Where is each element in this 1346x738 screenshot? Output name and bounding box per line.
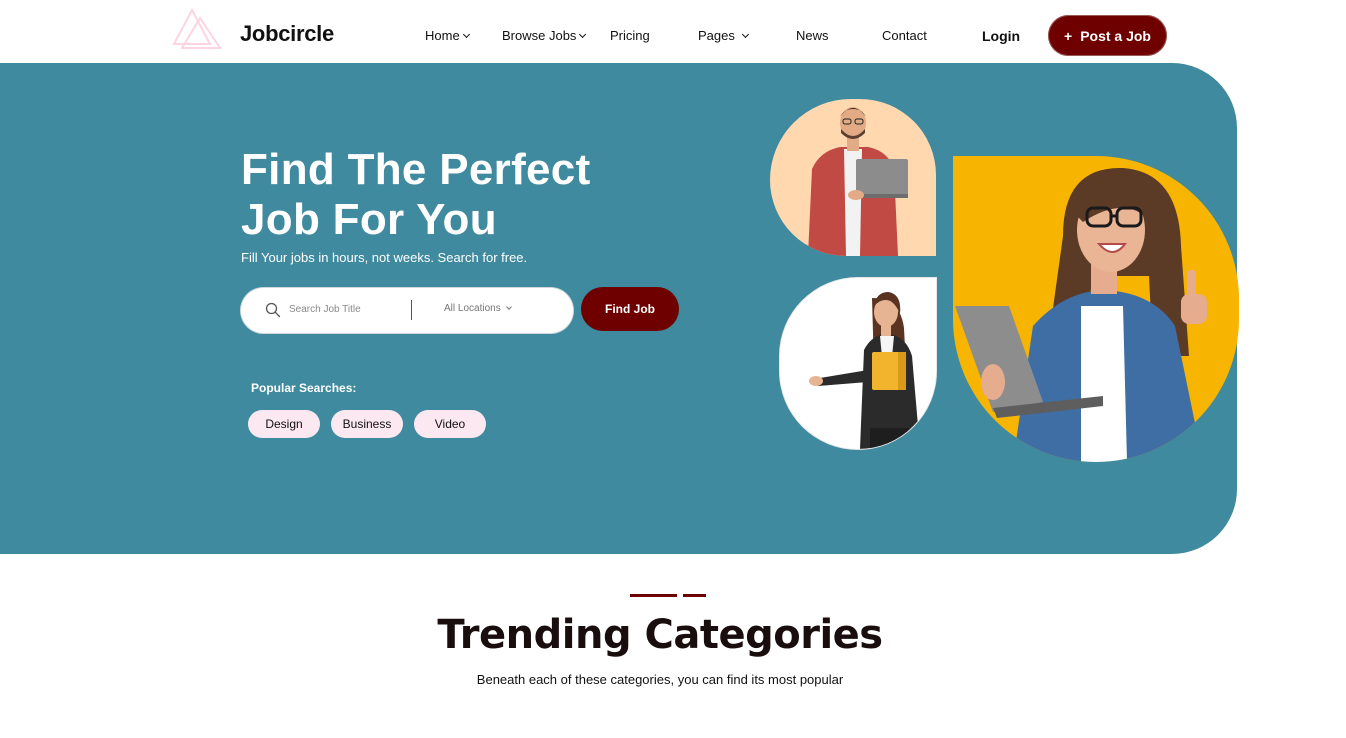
hero-title: Find The Perfect Job For You — [241, 145, 591, 245]
chevron-down-icon — [462, 30, 470, 39]
section-accent-dash-short — [683, 594, 706, 597]
location-dropdown[interactable]: All Locations — [444, 303, 512, 314]
post-job-button[interactable]: + Post a Job — [1048, 15, 1167, 56]
nav-contact-label: Contact — [882, 28, 927, 43]
trending-subtitle: Beneath each of these categories, you ca… — [476, 672, 844, 687]
nav-pricing[interactable]: Pricing — [610, 28, 650, 43]
nav-news[interactable]: News — [796, 28, 829, 43]
top-navbar: Jobcircle Home Browse Jobs Pricing Pages… — [0, 0, 1346, 63]
hero-photo-woman-thumbs-up — [953, 156, 1239, 462]
chevron-down-icon — [505, 304, 512, 310]
popular-tag-video[interactable]: Video — [414, 410, 486, 438]
job-title-search-input[interactable] — [289, 300, 399, 318]
popular-searches-label: Popular Searches: — [251, 381, 357, 395]
search-icon — [265, 302, 281, 318]
trending-title: Trending Categories — [437, 612, 883, 658]
nav-pricing-label: Pricing — [610, 28, 650, 43]
post-job-label: Post a Job — [1080, 27, 1151, 44]
find-job-button[interactable]: Find Job — [581, 287, 679, 331]
triangle-logo-icon[interactable] — [172, 8, 224, 50]
nav-news-label: News — [796, 28, 829, 43]
popular-tag-business[interactable]: Business — [331, 410, 403, 438]
brand-name[interactable]: Jobcircle — [240, 21, 334, 47]
hero-photo-man-laptop — [770, 99, 936, 256]
hero-subtitle: Fill Your jobs in hours, not weeks. Sear… — [241, 250, 528, 265]
nav-pages[interactable]: Pages — [698, 28, 749, 43]
nav-browse-jobs-label: Browse Jobs — [502, 28, 577, 43]
nav-home-label: Home — [425, 28, 460, 43]
search-divider — [411, 300, 412, 320]
nav-pages-label: Pages — [698, 28, 735, 43]
location-value: All Locations — [444, 303, 501, 314]
login-link[interactable]: Login — [982, 28, 1020, 44]
section-accent-dash-long — [630, 594, 677, 597]
nav-contact[interactable]: Contact — [882, 28, 927, 43]
chevron-down-icon — [741, 30, 749, 39]
hero-title-line1: Find The Perfect — [241, 145, 591, 194]
nav-browse-jobs[interactable]: Browse Jobs — [502, 28, 587, 43]
hero-photo-woman-folder — [780, 278, 936, 449]
popular-tag-design[interactable]: Design — [248, 410, 320, 438]
hero-title-line2: Job For You — [241, 195, 497, 244]
chevron-down-icon — [579, 30, 587, 39]
plus-icon: + — [1064, 27, 1073, 44]
nav-home[interactable]: Home — [425, 28, 470, 43]
